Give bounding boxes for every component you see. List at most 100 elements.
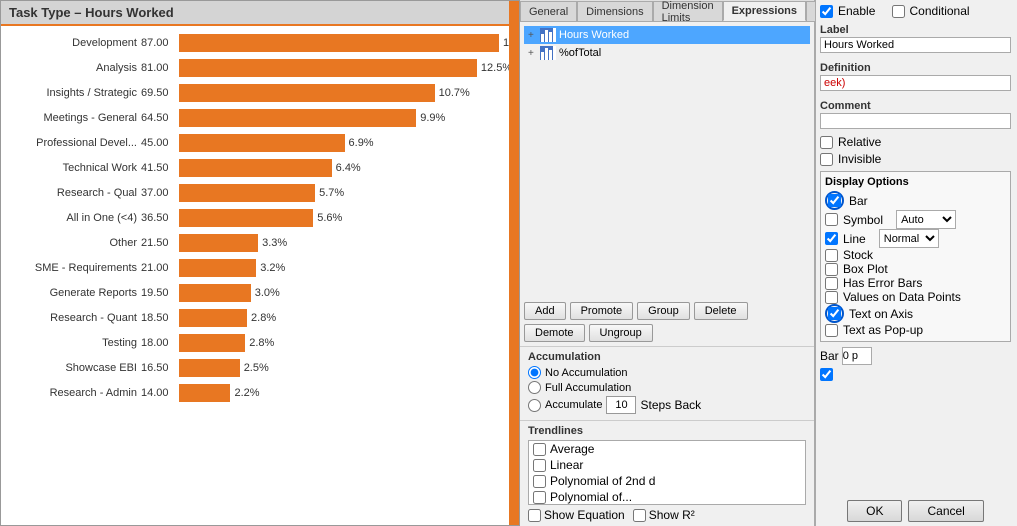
expr-bar-icon	[540, 46, 556, 60]
bar-label: Analysis	[1, 62, 141, 74]
bar-percent: 12.5%	[481, 62, 512, 74]
bar-numeric-value: 18.00	[141, 337, 176, 349]
bar-label: SME - Requirements	[1, 262, 141, 274]
show-equation-checkbox[interactable]	[528, 509, 541, 522]
trend-polynomial: Polynomial of 2nd d	[529, 473, 805, 489]
bar-outer: 9.9%	[179, 109, 511, 127]
trendlines-list[interactable]: Average Linear Polynomial of 2nd d Polyn…	[528, 440, 806, 505]
bar-row: Insights / Strategic69.5010.7%	[1, 82, 511, 104]
stock-checkbox[interactable]	[825, 249, 838, 262]
error-bars-checkbox[interactable]	[825, 277, 838, 290]
delete-button[interactable]: Delete	[694, 302, 748, 320]
bar-numeric-value: 45.00	[141, 137, 176, 149]
bar-fill	[179, 384, 230, 402]
tab-general[interactable]: General	[520, 1, 577, 21]
accumulate-label: Accumulate	[545, 399, 602, 411]
invisible-label: Invisible	[838, 152, 881, 166]
line-select[interactable]: Normal	[879, 229, 939, 248]
values-data-points-row: Values on Data Points	[825, 290, 1006, 304]
bar-checkbox[interactable]	[828, 194, 841, 207]
bar-row: All in One (<4)36.505.6%	[1, 207, 511, 229]
bar-fill	[179, 184, 315, 202]
tab-dimensions[interactable]: Dimensions	[577, 1, 652, 21]
bar-outer: 2.2%	[179, 384, 511, 402]
expression-item-0[interactable]: +Hours Worked	[524, 26, 810, 44]
display-options-title: Display Options	[825, 176, 1006, 188]
bar-numeric-value: 21.00	[141, 262, 176, 274]
show-equation-opt: Show Equation	[528, 508, 625, 522]
boxplot-checkbox[interactable]	[825, 263, 838, 276]
accumulate-radio[interactable]	[528, 399, 541, 412]
trend-linear-checkbox[interactable]	[533, 459, 546, 472]
symbol-select[interactable]: Auto	[896, 210, 956, 229]
bar-fill	[179, 259, 256, 277]
group-button[interactable]: Group	[637, 302, 690, 320]
trend-average-checkbox[interactable]	[533, 443, 546, 456]
bar-row: Analysis81.00 12.5%	[1, 57, 511, 79]
text-on-axis-label: Text on Axis	[849, 307, 913, 321]
bar-percent: 5.7%	[319, 187, 344, 199]
label-input[interactable]	[820, 37, 1011, 53]
trend-polynomial2-checkbox[interactable]	[533, 491, 546, 504]
relative-label: Relative	[838, 135, 881, 149]
ungroup-button[interactable]: Ungroup	[589, 324, 653, 342]
tab-dimension-limits[interactable]: Dimension Limits	[653, 1, 723, 21]
ok-button[interactable]: OK	[847, 500, 902, 522]
bar-label: Development	[1, 37, 141, 49]
line-checkbox[interactable]	[825, 232, 838, 245]
demote-button[interactable]: Demote	[524, 324, 585, 342]
no-accumulation-radio[interactable]	[528, 366, 541, 379]
line-row: Line Normal	[825, 229, 1006, 248]
bar-numeric-value: 14.00	[141, 387, 176, 399]
bar-row: Research - Qual37.005.7%	[1, 182, 511, 204]
enable-checkbox[interactable]	[820, 5, 833, 18]
expression-item-1[interactable]: +%ofTotal	[524, 44, 810, 62]
invisible-row: Invisible	[820, 152, 1011, 166]
bar-label: Testing	[1, 337, 141, 349]
comment-input[interactable]	[820, 113, 1011, 129]
chart-title: Task Type – Hours Worked	[1, 1, 519, 26]
text-on-axis-checkbox[interactable]	[828, 307, 841, 320]
bar-row: Research - Admin14.002.2%	[1, 382, 511, 404]
bar-percent: 2.5%	[244, 362, 269, 374]
trend-linear-label: Linear	[550, 458, 583, 472]
stock-row: Stock	[825, 248, 1006, 262]
symbol-checkbox[interactable]	[825, 213, 838, 226]
show-r2-opt: Show R²	[633, 508, 695, 522]
bar-label: Generate Reports	[1, 287, 141, 299]
steps-input[interactable]	[606, 396, 636, 414]
bar-percent: 3.0%	[255, 287, 280, 299]
add-button[interactable]: Add	[524, 302, 566, 320]
label-title: Label	[820, 24, 1011, 36]
comment-section: Comment	[820, 97, 1011, 132]
bar-fill	[179, 334, 245, 352]
cancel-button[interactable]: Cancel	[908, 500, 983, 522]
values-data-points-checkbox[interactable]	[825, 291, 838, 304]
bar-label: Technical Work	[1, 162, 141, 174]
conditional-checkbox[interactable]	[892, 5, 905, 18]
bar-numeric-value: 37.00	[141, 187, 176, 199]
expression-list[interactable]: +Hours Worked+%ofTotal	[520, 22, 814, 298]
bar-input[interactable]	[842, 347, 872, 365]
bar-numeric-value: 81.00	[141, 62, 176, 74]
bar-numeric-value: 69.50	[141, 87, 176, 99]
bar-fill	[179, 309, 247, 327]
text-as-popup-checkbox[interactable]	[825, 324, 838, 337]
no-accumulation-row: No Accumulation	[528, 366, 806, 379]
promote-button[interactable]: Promote	[570, 302, 634, 320]
full-accumulation-radio[interactable]	[528, 381, 541, 394]
show-r2-checkbox[interactable]	[633, 509, 646, 522]
bottom-checkbox-row	[820, 368, 1011, 381]
steps-back-label: Steps Back	[640, 398, 701, 412]
definition-input[interactable]	[820, 75, 1011, 91]
bar-label: Showcase EBI	[1, 362, 141, 374]
expr-bar-icon	[540, 28, 556, 42]
trend-polynomial-checkbox[interactable]	[533, 475, 546, 488]
bar-percent: 6.4%	[336, 162, 361, 174]
bar-outer: 3.2%	[179, 259, 511, 277]
bar-fill	[179, 284, 251, 302]
bottom-checkbox[interactable]	[820, 368, 833, 381]
tab-expressions[interactable]: Expressions	[723, 1, 806, 21]
relative-checkbox[interactable]	[820, 136, 833, 149]
invisible-checkbox[interactable]	[820, 153, 833, 166]
